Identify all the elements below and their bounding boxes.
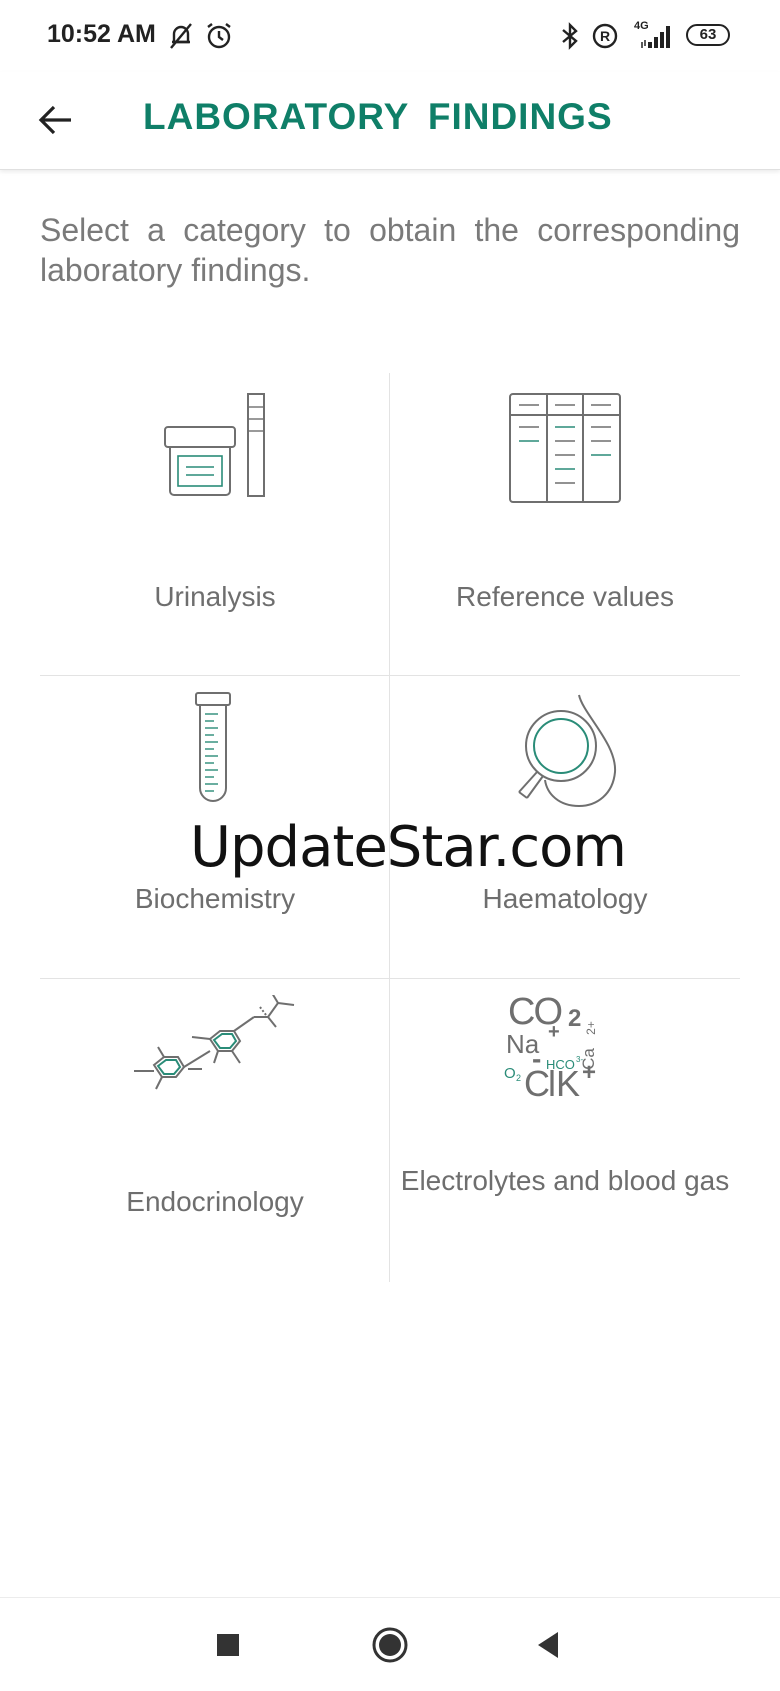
category-label: Electrolytes and blood gas [400, 1165, 730, 1196]
navigation-bar [0, 1597, 780, 1691]
category-label: Endocrinology [126, 1186, 304, 1217]
category-reference-values[interactable]: Reference values [390, 373, 740, 676]
status-bar: 10:52 AM R 4G 63 [0, 0, 780, 72]
reference-table-icon [509, 393, 621, 503]
electrolyte-o: O [504, 1065, 516, 1082]
watermark: UpdateStar.com [190, 815, 627, 880]
category-label: Reference values [456, 581, 674, 612]
page-title: LABORATORY FINDINGS [143, 96, 613, 137]
category-label: Haematology [482, 883, 648, 914]
intro-text: Select a category to obtain the correspo… [40, 212, 740, 288]
electrolytes-icon: CO 2 Na + Ca 2+ HCO 3- O 2 Cl - K + [502, 991, 632, 1115]
muted-bell-icon [170, 23, 192, 49]
electrolyte-ca-charge: 2+ [583, 1021, 598, 1035]
electrolyte-co-2: 2 [568, 1005, 582, 1032]
electrolyte-cl-minus: - [532, 1043, 542, 1074]
alarm-icon [207, 23, 231, 49]
back-triangle-icon[interactable] [526, 1622, 572, 1668]
category-endocrinology[interactable]: Endocrinology [40, 979, 390, 1282]
blood-drop-magnifier-icon [518, 694, 617, 808]
category-label: Urinalysis [154, 581, 276, 612]
electrolyte-o-sub: 2 [516, 1073, 522, 1083]
category-label: Biochemistry [134, 883, 296, 914]
recents-square-icon[interactable] [205, 1622, 251, 1668]
status-time: 10:52 AM [47, 20, 156, 48]
arrow-left-icon[interactable] [30, 92, 86, 148]
electrolyte-na-plus: + [548, 1021, 560, 1043]
electrolyte-k: K [556, 1063, 581, 1104]
bluetooth-icon [562, 22, 578, 50]
app-bar: LABORATORY FINDINGS [0, 72, 780, 170]
home-circle-icon[interactable] [367, 1622, 413, 1668]
category-urinalysis[interactable]: Urinalysis [40, 373, 390, 676]
signal-icon [641, 26, 670, 48]
registered-icon: R [592, 23, 618, 49]
urine-sample-icon [164, 393, 265, 497]
battery-level: 63 [699, 26, 717, 43]
molecule-icon [134, 995, 295, 1090]
category-electrolytes-blood-gas[interactable]: CO 2 Na + Ca 2+ HCO 3- O 2 Cl - K + Elec… [390, 979, 740, 1282]
test-tube-icon [195, 692, 231, 802]
electrolyte-k-plus: + [582, 1059, 597, 1086]
svg-text:R: R [600, 28, 610, 44]
battery-icon: 63 [686, 24, 730, 46]
